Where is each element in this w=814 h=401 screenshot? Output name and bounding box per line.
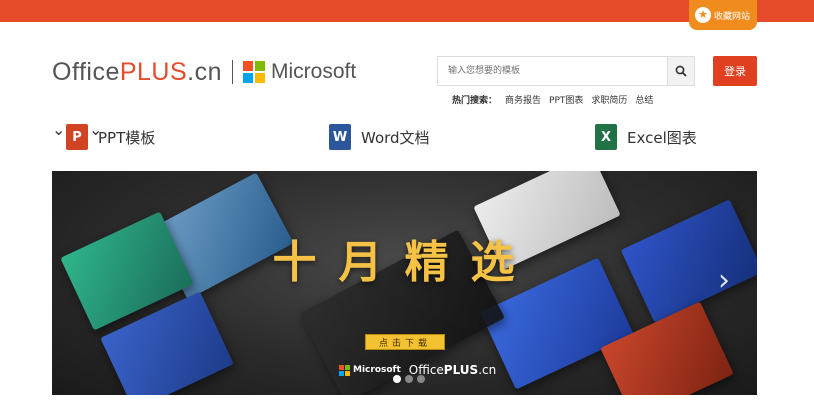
download-button[interactable]: 点击下载 — [365, 334, 445, 350]
carousel-dot[interactable] — [393, 375, 401, 383]
site-logo[interactable]: OfficePLUS.cn Microsoft — [52, 56, 356, 88]
search-input[interactable] — [438, 57, 667, 85]
star-icon: ★ — [695, 7, 711, 23]
hot-search-link[interactable]: 总结 — [635, 93, 653, 106]
category-nav: P PPT模板 ⌄ W Word文档 ⌄ X Excel图表 ⌄ — [52, 120, 757, 154]
favorite-site-button[interactable]: ★ 收藏网站 — [689, 0, 757, 30]
favorite-label: 收藏网站 — [714, 11, 751, 22]
ppt-icon: P — [66, 124, 88, 150]
category-label: PPT模板 — [98, 128, 156, 147]
login-button[interactable]: 登录 — [713, 56, 757, 86]
hot-search-link[interactable]: 商务报告 — [505, 93, 541, 106]
banner-headline: 十月精选 — [272, 237, 537, 288]
microsoft-logo-icon — [339, 364, 350, 376]
category-label: Word文档 — [361, 128, 430, 147]
category-word[interactable]: W Word文档 — [329, 120, 430, 154]
excel-icon: X — [595, 124, 617, 150]
chevron-down-icon[interactable]: ⌄ — [52, 120, 65, 139]
category-excel[interactable]: X Excel图表 — [595, 120, 697, 154]
hot-search-link[interactable]: 求职简历 — [591, 93, 627, 106]
search-button[interactable] — [667, 57, 694, 85]
category-ppt[interactable]: P PPT模板 — [66, 120, 155, 154]
hot-search: 热门搜索： 商务报告 PPT图表 求职简历 总结 — [452, 93, 653, 106]
hero-banner[interactable]: 十月精选 点击下载 Microsoft OfficePLUS.cn › — [52, 171, 757, 395]
carousel-dots — [393, 375, 425, 383]
banner-cn: .cn — [478, 363, 497, 377]
microsoft-wordmark: Microsoft — [271, 60, 357, 83]
banner-plus: PLUS — [443, 363, 479, 377]
search-icon — [675, 65, 687, 77]
microsoft-logo-icon — [243, 61, 266, 83]
logo-cn: .cn — [187, 57, 223, 86]
search-box — [437, 56, 695, 86]
banner-microsoft-text: Microsoft — [353, 365, 401, 375]
carousel-dot[interactable] — [417, 375, 425, 383]
word-icon: W — [329, 124, 351, 150]
next-slide-arrow-icon[interactable]: › — [718, 263, 730, 298]
logo-office: Office — [52, 57, 120, 86]
logo-divider — [232, 60, 234, 84]
hot-search-link[interactable]: PPT图表 — [549, 93, 583, 106]
hot-search-label: 热门搜索： — [452, 96, 498, 106]
logo-plus: PLUS — [119, 57, 188, 86]
carousel-dot[interactable] — [405, 375, 413, 383]
category-label: Excel图表 — [627, 128, 697, 147]
logo-text: OfficePLUS.cn — [52, 58, 222, 87]
